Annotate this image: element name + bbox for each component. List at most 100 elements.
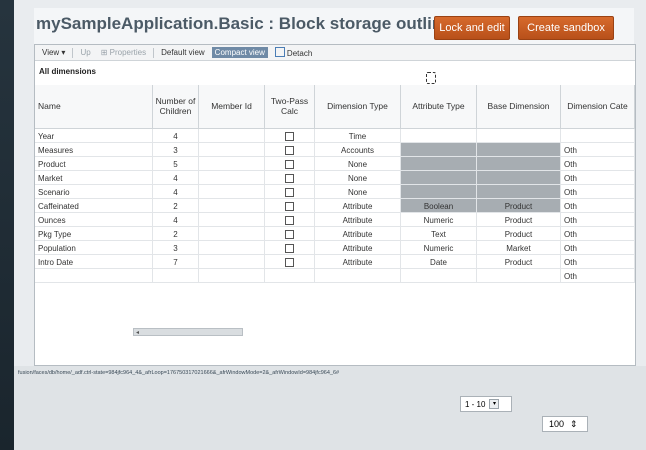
status-url: fusion/faces/db/home/_adf.ctrl-state=984… [18,370,340,376]
cell-dim-cat: Oth [561,213,635,227]
table-row[interactable]: Product 5 None Oth [35,157,635,171]
cell-attr-type: Date [401,255,477,269]
cell-two-pass [265,185,315,199]
cell-dim-type: None [315,185,401,199]
cell-dim-type: None [315,171,401,185]
default-view-button[interactable]: Default view [158,47,208,58]
column-header-attribute-type[interactable]: Attribute Type [401,85,477,129]
cell-name [35,269,153,283]
cell-children: 5 [153,157,199,171]
scroll-left-icon[interactable]: ◂ [136,329,139,337]
cell-name: Caffeinated [35,199,153,213]
two-pass-checkbox[interactable] [285,215,294,225]
toolbar-divider [72,47,74,58]
cell-dim-cat [561,129,635,143]
table-row[interactable]: Population 3 Attribute Numeric Market Oth [35,241,635,255]
cell-base-dim [477,157,561,171]
cell-dim-cat: Oth [561,157,635,171]
cell-name: Year [35,129,153,143]
cell-name: Population [35,241,153,255]
cell-two-pass [265,227,315,241]
cell-member-id [199,213,265,227]
cell-attr-type [401,269,477,283]
cell-attr-type: Numeric [401,241,477,255]
table-row[interactable]: Ounces 4 Attribute Numeric Product Oth [35,213,635,227]
table-row[interactable]: Intro Date 7 Attribute Date Product Oth [35,255,635,269]
cell-children: 7 [153,255,199,269]
cell-dim-type: Attribute [315,255,401,269]
two-pass-checkbox[interactable] [285,257,294,267]
cell-children: 4 [153,185,199,199]
cell-name: Pkg Type [35,227,153,241]
section-label: All dimensions [39,67,96,76]
zoom-value: 100 [549,419,565,429]
page-range-value: 1 - 10 [465,399,486,409]
column-header-two-pass[interactable]: Two-Pass Calc [265,85,315,129]
two-pass-checkbox[interactable] [285,173,294,183]
cell-two-pass [265,157,315,171]
cell-dim-cat: Oth [561,227,635,241]
zoom-field[interactable]: 100 ⇕ [542,416,588,432]
chevron-down-icon[interactable]: ▾ [489,399,500,409]
column-header-member-id[interactable]: Member Id [199,85,265,129]
cell-attr-type [401,185,477,199]
cell-dim-cat: Oth [561,143,635,157]
monitor-frame: mySampleApplication.Basic : Block storag… [0,0,646,450]
column-header-children[interactable]: Number of Children [153,85,199,129]
outline-page: mySampleApplication.Basic : Block storag… [34,8,636,366]
column-header-name[interactable]: Name [35,85,153,129]
zoom-stepper-icon[interactable]: ⇕ [570,419,578,430]
column-header-base-dimension[interactable]: Base Dimension [477,85,561,129]
up-button[interactable]: Up [77,47,93,58]
table-row[interactable]: Pkg Type 2 Attribute Text Product Oth [35,227,635,241]
cell-attr-type [401,157,477,171]
cell-name: Measures [35,143,153,157]
two-pass-checkbox[interactable] [285,243,294,253]
two-pass-checkbox[interactable] [285,201,294,211]
cell-member-id [199,241,265,255]
cell-children: 2 [153,199,199,213]
create-sandbox-button[interactable]: Create sandbox [518,16,614,40]
cell-attr-type: Boolean [401,199,477,213]
two-pass-checkbox[interactable] [285,159,294,169]
table-row[interactable]: Measures 3 Accounts Oth [35,143,635,157]
two-pass-checkbox[interactable] [285,187,294,197]
cell-two-pass [265,255,315,269]
properties-button[interactable]: ⊞ Properties [98,47,149,58]
column-header-dimension-category[interactable]: Dimension Cate [561,85,635,129]
horizontal-scrollbar[interactable]: ◂ [133,328,243,336]
table-row[interactable]: Year 4 Time [35,129,635,143]
screen: mySampleApplication.Basic : Block storag… [14,0,646,450]
cell-attr-type [401,129,477,143]
table-row[interactable]: Scenario 4 None Oth [35,185,635,199]
table-row[interactable]: Market 4 None Oth [35,171,635,185]
cell-base-dim [477,143,561,157]
cell-member-id [199,157,265,171]
view-menu[interactable]: View ▾ [39,47,68,58]
cell-dim-type: Attribute [315,241,401,255]
two-pass-checkbox[interactable] [285,131,294,141]
two-pass-checkbox[interactable] [285,229,294,239]
cell-member-id [199,199,265,213]
page-range-select[interactable]: 1 - 10 ▾ [460,396,512,412]
table-row[interactable]: Caffeinated 2 Attribute Boolean Product Oth [35,199,635,213]
cell-attr-type: Numeric [401,213,477,227]
cell-two-pass [265,241,315,255]
detach-button[interactable]: Detach [272,46,315,59]
toolbar-divider [153,47,155,58]
compact-view-button[interactable]: Compact view [211,47,268,58]
cell-base-dim [477,185,561,199]
page-title: mySampleApplication.Basic : Block storag… [36,14,452,33]
lock-and-edit-button[interactable]: Lock and edit [434,16,510,40]
two-pass-checkbox[interactable] [285,145,294,155]
cell-two-pass [265,143,315,157]
cell-base-dim: Product [477,227,561,241]
column-header-dimension-type[interactable]: Dimension Type [315,85,401,129]
cell-children: 4 [153,129,199,143]
table-row[interactable]: Oth [35,269,635,283]
cell-dim-type: Accounts [315,143,401,157]
cell-children: 2 [153,227,199,241]
cell-name: Intro Date [35,255,153,269]
cell-dim-type: None [315,157,401,171]
cell-dim-type: Time [315,129,401,143]
